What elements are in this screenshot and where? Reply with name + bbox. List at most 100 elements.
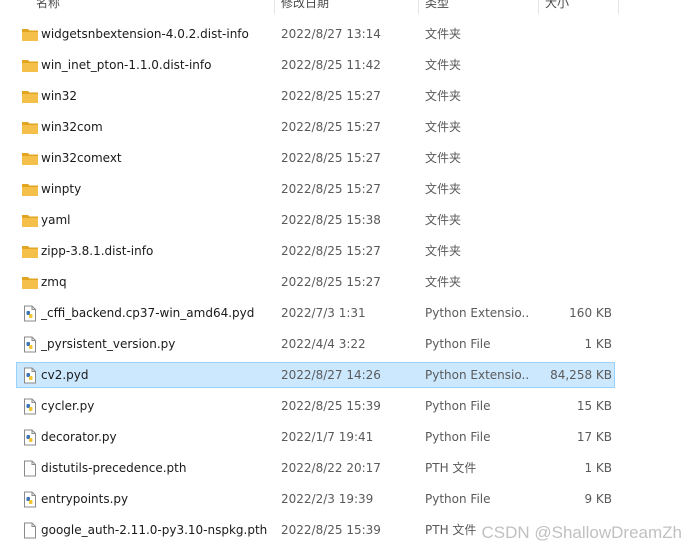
file-date: 2022/8/22 20:17 (281, 461, 381, 475)
column-divider[interactable] (538, 0, 539, 14)
file-name: yaml (41, 213, 71, 227)
blank-file-icon (21, 522, 39, 539)
file-name: distutils-precedence.pth (41, 461, 187, 475)
python-file-icon (21, 336, 39, 353)
file-date: 2022/8/27 14:26 (281, 368, 381, 382)
python-file-icon (21, 491, 39, 508)
file-row[interactable]: cycler.py 2022/8/25 15:39 Python File 15 KB (16, 393, 615, 419)
file-name: zipp-3.8.1.dist-info (41, 244, 154, 258)
file-type: PTH 文件 (425, 461, 477, 475)
file-row[interactable]: zipp-3.8.1.dist-info 2022/8/25 15:27 文件夹 (16, 238, 615, 264)
file-row[interactable]: entrypoints.py 2022/2/3 19:39 Python File 9… (16, 486, 615, 512)
file-date: 2022/8/25 15:27 (281, 89, 381, 103)
file-date: 2022/8/25 15:27 (281, 275, 381, 289)
file-size: 84,258 KB (550, 368, 612, 382)
file-type: Python File (425, 492, 491, 506)
file-type: Python Extensio... (425, 368, 529, 382)
file-size (533, 84, 612, 108)
file-date: 2022/8/25 15:39 (281, 523, 381, 537)
file-name: google_auth-2.11.0-py3.10-nspkg.pth (41, 523, 268, 537)
file-date: 2022/8/25 15:27 (281, 120, 381, 134)
file-name: cv2.pyd (41, 368, 89, 382)
file-size (533, 146, 612, 170)
python-file-icon (21, 398, 39, 415)
file-name: win32comext (41, 151, 122, 165)
column-divider[interactable] (418, 0, 419, 14)
file-name: zmq (41, 275, 67, 289)
python-file-icon (21, 305, 39, 322)
file-row[interactable]: win32comext 2022/8/25 15:27 文件夹 (16, 145, 615, 171)
file-type: 文件夹 (425, 120, 462, 134)
file-type: 文件夹 (425, 275, 462, 289)
file-date: 2022/8/25 15:27 (281, 151, 381, 165)
file-row[interactable]: cv2.pyd 2022/8/27 14:26 Python Extensio...… (16, 362, 615, 388)
watermark: CSDN @ShallowDreamZh (481, 523, 682, 542)
file-size (533, 115, 612, 139)
folder-icon (21, 243, 39, 260)
file-size: 9 KB (584, 492, 612, 506)
column-divider[interactable] (618, 0, 619, 14)
file-type: 文件夹 (425, 244, 462, 258)
file-row[interactable]: distutils-precedence.pth 2022/8/22 20:17 P… (16, 455, 615, 481)
file-row[interactable]: win_inet_pton-1.1.0.dist-info 2022/8/25 1… (16, 52, 615, 78)
file-name: entrypoints.py (41, 492, 129, 506)
file-date: 2022/8/25 15:39 (281, 399, 381, 413)
file-type: Python File (425, 337, 491, 351)
file-row[interactable]: winpty 2022/8/25 15:27 文件夹 (16, 176, 615, 202)
file-size (533, 239, 612, 263)
file-size (533, 22, 612, 46)
file-row[interactable]: _pyrsistent_version.py 2022/4/4 3:22 Pytho… (16, 331, 615, 357)
file-size: 1 KB (584, 337, 612, 351)
file-row[interactable]: decorator.py 2022/1/7 19:41 Python File 17 … (16, 424, 615, 450)
file-size: 15 KB (576, 399, 612, 413)
file-date: 2022/8/25 11:42 (281, 58, 381, 72)
file-row[interactable]: win32com 2022/8/25 15:27 文件夹 (16, 114, 615, 140)
folder-icon (21, 150, 39, 167)
file-size: 1 KB (584, 461, 612, 475)
file-name: cycler.py (41, 399, 95, 413)
file-size: 17 KB (576, 430, 612, 444)
file-name: win32 (41, 89, 78, 103)
folder-icon (21, 212, 39, 229)
file-name: widgetsnbextension-4.0.2.dist-info (41, 27, 249, 41)
file-name: decorator.py (41, 430, 117, 444)
file-type: 文件夹 (425, 151, 462, 165)
file-name: winpty (41, 182, 82, 196)
folder-icon (21, 274, 39, 291)
file-row[interactable]: yaml 2022/8/25 15:38 文件夹 (16, 207, 615, 233)
file-row[interactable]: zmq 2022/8/25 15:27 文件夹 (16, 269, 615, 295)
file-type: Python File (425, 430, 491, 444)
file-size (533, 208, 612, 232)
file-type: 文件夹 (425, 27, 462, 41)
file-size (533, 53, 612, 77)
file-row[interactable]: widgetsnbextension-4.0.2.dist-info 2022/8… (16, 21, 615, 47)
python-file-icon (21, 429, 39, 446)
python-file-icon (21, 367, 39, 384)
file-date: 2022/8/25 15:27 (281, 182, 381, 196)
column-header-name[interactable]: 名称 (36, 0, 60, 13)
file-type: 文件夹 (425, 89, 462, 103)
folder-icon (21, 26, 39, 43)
column-divider[interactable] (274, 0, 275, 14)
column-header-date[interactable]: 修改日期 (281, 0, 329, 13)
file-type: 文件夹 (425, 213, 462, 227)
column-header-size[interactable]: 大小 (545, 0, 569, 13)
file-row[interactable]: _cffi_backend.cp37-win_amd64.pyd 2022/7/3… (16, 300, 615, 326)
file-date: 2022/8/25 15:27 (281, 244, 381, 258)
folder-icon (21, 57, 39, 74)
file-date: 2022/4/4 3:22 (281, 337, 366, 351)
file-size: 160 KB (569, 306, 612, 320)
file-name: win32com (41, 120, 103, 134)
folder-icon (21, 88, 39, 105)
folder-icon (21, 181, 39, 198)
file-row[interactable]: win32 2022/8/25 15:27 文件夹 (16, 83, 615, 109)
file-type: 文件夹 (425, 58, 462, 72)
blank-file-icon (21, 460, 39, 477)
file-date: 2022/2/3 19:39 (281, 492, 374, 506)
file-date: 2022/7/3 1:31 (281, 306, 366, 320)
file-type: 文件夹 (425, 182, 462, 196)
file-type: Python Extensio... (425, 306, 529, 320)
file-size (533, 270, 612, 294)
column-header-type[interactable]: 类型 (425, 0, 449, 13)
file-name: win_inet_pton-1.1.0.dist-info (41, 58, 212, 72)
